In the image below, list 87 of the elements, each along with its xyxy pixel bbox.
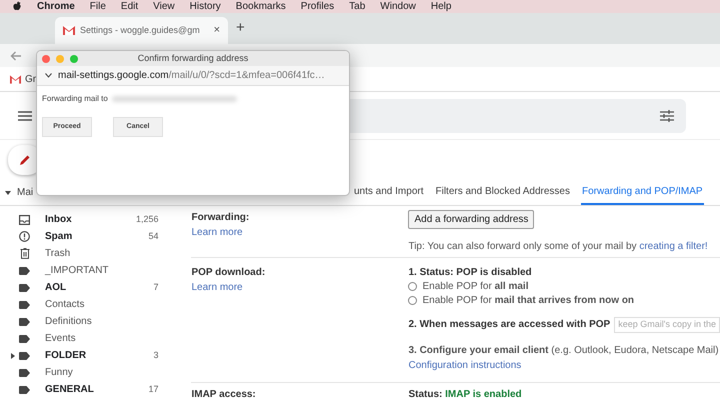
sidebar-label: FOLDER	[45, 349, 88, 363]
expand-arrow-icon[interactable]	[11, 352, 15, 358]
collapse-arrow-icon[interactable]	[5, 190, 11, 194]
menu-item[interactable]: Window	[380, 0, 416, 14]
new-tab-button[interactable]: +	[236, 16, 245, 39]
menu-icon[interactable]	[18, 110, 32, 120]
sidebar-label: Events	[45, 332, 77, 346]
back-arrow-icon[interactable]	[10, 50, 22, 60]
unread-count: 54	[147, 230, 158, 243]
menu-item[interactable]: File	[90, 0, 106, 14]
sidebar-label: Contacts	[45, 298, 86, 312]
tip-text: Tip: You can also forward only some of your mail by creating a filter!	[408, 240, 708, 254]
sidebar-label: Inbox	[45, 213, 73, 227]
menu-item[interactable]: Tab	[349, 0, 366, 14]
mail-icon	[63, 26, 75, 35]
mail-icon	[10, 74, 21, 84]
sidebar-item[interactable]: AOL 7	[0, 279, 192, 296]
pop-step-label: 3. Configure your email client (e.g. Outlook, Eudora, Netscape Mail)	[408, 344, 720, 358]
learn-more-link[interactable]: Learn more	[191, 280, 243, 295]
section-label: POP download:	[191, 266, 266, 280]
section-label: Forwarding:	[191, 211, 250, 225]
window-title: Confirm forwarding address	[138, 52, 248, 65]
section-label: IMAP access:	[191, 389, 256, 400]
menu-item[interactable]: Bookmarks	[236, 0, 286, 14]
label-icon	[19, 266, 30, 274]
settings-tab[interactable]: Filters and Blocked Addresses	[434, 180, 571, 205]
sidebar-label: _IMPORTANT	[45, 264, 110, 278]
sidebar-item[interactable]: _IMPORTANT	[0, 262, 192, 279]
sidebar-item[interactable]: Inbox 1,256	[0, 211, 192, 228]
url-text: mail-settings.google.com/mail/u/0/?scd=1&mfea=006f41fc…	[58, 69, 325, 83]
sidebar-item[interactable]: Contacts	[0, 296, 192, 313]
menu-item[interactable]: Edit	[120, 0, 138, 14]
sidebar-item[interactable]: Spam 54	[0, 228, 192, 245]
dialog-message: Forwarding mail to	[42, 93, 108, 105]
bookmark-item[interactable]: Gr	[25, 72, 36, 86]
warning-circle-icon	[19, 231, 30, 242]
radio-label: Enable POP for mail that arrives from now on	[422, 294, 634, 308]
trash-icon	[20, 248, 30, 259]
label-icon	[19, 334, 30, 342]
browser-tab[interactable]: Settings - woggle.guides@gm ×	[55, 17, 228, 44]
apple-logo-icon[interactable]	[12, 1, 22, 12]
tab-title: Settings - woggle.guides@gm	[80, 24, 201, 37]
mail-section-header: Mai	[17, 186, 34, 200]
imap-status: Status: IMAP is enabled	[408, 388, 522, 402]
creating-filter-link[interactable]: creating a filter!	[639, 241, 708, 252]
configuration-instructions-link[interactable]: Configuration instructions	[408, 358, 522, 372]
learn-more-link[interactable]: Learn more	[191, 225, 243, 240]
unread-count: 17	[147, 382, 158, 396]
radio-button[interactable]	[408, 282, 418, 290]
unread-count: 7	[152, 280, 158, 294]
label-icon	[19, 368, 30, 376]
menu-item[interactable]: History	[190, 0, 221, 14]
unread-count: 1,256	[134, 212, 158, 226]
inbox-icon	[19, 214, 30, 224]
pop-status: 1. Status: POP is disabled	[408, 266, 533, 279]
filter-options-icon[interactable]	[660, 110, 674, 122]
sidebar-label: GENERAL	[45, 383, 95, 397]
sidebar-label: Funny	[45, 366, 74, 380]
sidebar-item[interactable]: Events	[0, 330, 192, 347]
pencil-icon	[19, 154, 31, 166]
sidebar-label: Definitions	[45, 315, 93, 329]
label-icon	[19, 318, 30, 326]
menu-item[interactable]: Chrome	[37, 0, 75, 14]
sidebar-item[interactable]: FOLDER 3	[0, 347, 192, 364]
label-icon	[19, 300, 30, 308]
sidebar-label: Spam	[45, 230, 74, 244]
menu-item[interactable]: Help	[430, 0, 452, 14]
menu-item[interactable]: Profiles	[300, 0, 334, 14]
menu-item[interactable]: View	[153, 0, 175, 14]
sidebar-label: Trash	[45, 247, 72, 261]
sidebar-label: AOL	[45, 281, 68, 295]
settings-tab[interactable]: Forwarding and POP/IMAP	[581, 180, 704, 205]
sidebar-item[interactable]: GENERAL 17	[0, 381, 192, 398]
sidebar-item[interactable]: Trash	[0, 245, 192, 262]
settings-tab[interactable]: unts and Import	[353, 180, 424, 205]
pop-step-label: 2. When messages are accessed with POP	[408, 318, 610, 332]
label-icon	[19, 284, 30, 292]
sidebar-item[interactable]: Funny	[0, 364, 192, 381]
add-forwarding-address-button[interactable]: Add a forwarding address	[408, 210, 534, 229]
label-icon	[19, 352, 30, 360]
close-tab-button[interactable]: ×	[214, 22, 220, 39]
sidebar-item[interactable]: Definitions	[0, 313, 192, 330]
label-icon	[19, 386, 30, 394]
unread-count: 3	[152, 348, 158, 362]
radio-button[interactable]	[408, 296, 418, 304]
chevron-down-icon[interactable]	[45, 73, 52, 78]
radio-label: Enable POP for all mail	[422, 280, 528, 294]
